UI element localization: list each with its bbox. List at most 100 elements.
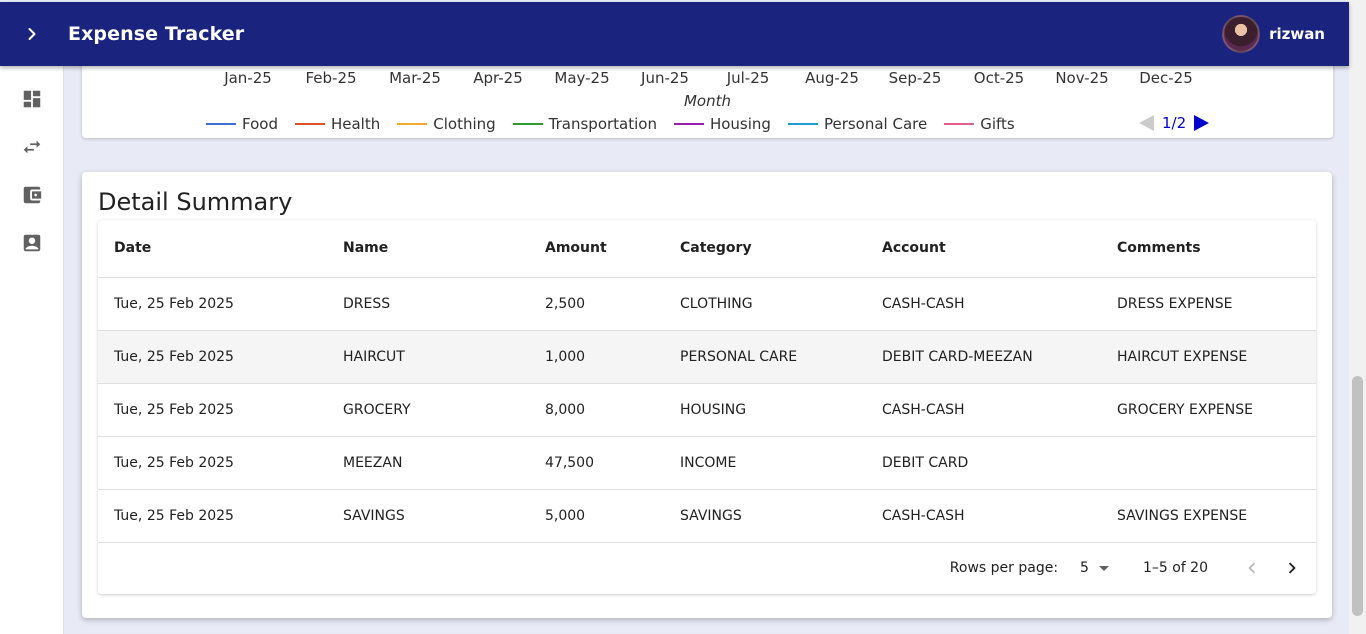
legend-swatch [787, 123, 818, 125]
pagination-range: 1–5 of 20 [1142, 560, 1208, 576]
username: rizwan [1269, 25, 1325, 43]
cell-date: Tue, 25 Feb 2025 [98, 277, 327, 331]
cell-date: Tue, 25 Feb 2025 [98, 436, 327, 490]
cell-account: CASH-CASH [866, 277, 1101, 331]
sidebar-item-accounts[interactable] [0, 171, 64, 219]
legend-swatch [673, 123, 704, 125]
cell-account: DEBIT CARD [866, 436, 1101, 490]
table-row[interactable]: Tue, 25 Feb 2025 HAIRCUT 1,000 PERSONAL … [98, 330, 1316, 384]
cell-category: HOUSING [664, 383, 866, 437]
legend-item-gifts[interactable]: Gifts [944, 115, 1015, 133]
legend-item-food[interactable]: Food [206, 115, 278, 133]
app-bar: Expense Tracker rizwan [0, 2, 1349, 66]
legend-item-clothing[interactable]: Clothing [397, 115, 496, 133]
cell-name: MEEZAN [327, 436, 529, 490]
legend-item-health[interactable]: Health [294, 115, 380, 133]
cell-comments: GROCERY EXPENSE [1101, 383, 1316, 437]
legend-page-indicator: 1/2 [1162, 114, 1187, 132]
table-pagination: Rows per page: 5 1–5 of 20 [98, 542, 1316, 594]
avatar[interactable] [1222, 15, 1261, 53]
cell-account: CASH-CASH [866, 489, 1101, 543]
chevron-right-icon [1288, 562, 1296, 574]
table-row[interactable]: Tue, 25 Feb 2025 SAVINGS 5,000 SAVINGS C… [98, 489, 1316, 543]
cell-date: Tue, 25 Feb 2025 [98, 383, 327, 437]
page-scrollbar[interactable] [1349, 0, 1366, 634]
x-tick: Mar-25 [389, 69, 441, 87]
cell-amount: 8,000 [529, 383, 664, 437]
table-row[interactable]: Tue, 25 Feb 2025 DRESS 2,500 CLOTHING CA… [98, 277, 1316, 331]
section-title: Detail Summary [98, 188, 293, 216]
cell-category: PERSONAL CARE [664, 330, 866, 384]
sidebar-item-dashboard[interactable] [0, 75, 64, 123]
column-header-account[interactable]: Account [866, 220, 1101, 278]
contact-icon [23, 234, 41, 252]
swap-horiz-icon [23, 140, 41, 154]
cell-comments: DRESS EXPENSE [1101, 277, 1316, 331]
expand-drawer-button[interactable] [0, 2, 64, 66]
cell-name: SAVINGS [327, 489, 529, 543]
cell-comments [1101, 436, 1316, 490]
cell-category: INCOME [664, 436, 866, 490]
legend-label: Transportation [548, 115, 657, 133]
detail-summary-card: Detail Summary Date Name Amount Category… [82, 172, 1332, 618]
legend-swatch [512, 123, 543, 125]
x-tick: Feb-25 [305, 69, 357, 87]
cell-amount: 1,000 [529, 330, 664, 384]
cell-amount: 47,500 [529, 436, 664, 490]
column-header-category[interactable]: Category [664, 220, 866, 278]
legend-item-housing[interactable]: Housing [673, 115, 771, 133]
x-axis-label: Month [683, 92, 731, 110]
cell-comments: SAVINGS EXPENSE [1101, 489, 1316, 543]
x-tick: May-25 [554, 69, 610, 87]
summary-table: Date Name Amount Category Account Commen… [98, 220, 1316, 543]
summary-table-container: Date Name Amount Category Account Commen… [98, 220, 1316, 594]
cell-category: CLOTHING [664, 277, 866, 331]
next-page-button[interactable] [1272, 548, 1312, 588]
scrollbar-thumb[interactable] [1352, 376, 1363, 616]
cell-category: SAVINGS [664, 489, 866, 543]
rows-per-page-value: 5 [1080, 560, 1089, 576]
caret-down-icon [1098, 565, 1109, 571]
x-tick: Sep-25 [888, 69, 942, 87]
cell-amount: 2,500 [529, 277, 664, 331]
previous-page-button[interactable] [1232, 548, 1272, 588]
x-tick: Jun-25 [641, 69, 689, 87]
x-axis-ticks: Jan-25 Feb-25 Mar-25 Apr-25 May-25 Jun-2… [82, 69, 1333, 89]
rows-per-page-select[interactable]: 5 [1080, 560, 1109, 576]
cell-comments: HAIRCUT EXPENSE [1101, 330, 1316, 384]
legend-item-transportation[interactable]: Transportation [512, 115, 657, 133]
table-header-row: Date Name Amount Category Account Commen… [98, 220, 1316, 278]
cell-date: Tue, 25 Feb 2025 [98, 330, 327, 384]
legend-swatch [206, 123, 236, 125]
legend-swatch [294, 123, 325, 125]
rows-per-page-label: Rows per page: [949, 560, 1059, 576]
chevron-right-icon [28, 28, 36, 40]
legend-label: Gifts [980, 115, 1015, 133]
column-header-name[interactable]: Name [327, 220, 529, 278]
x-tick: Dec-25 [1139, 69, 1193, 87]
x-tick: Jan-25 [224, 69, 272, 87]
legend-next-icon[interactable] [1194, 115, 1210, 131]
column-header-amount[interactable]: Amount [529, 220, 664, 278]
user-menu[interactable]: rizwan [1222, 15, 1325, 53]
wallet-icon [23, 186, 42, 204]
x-tick: Apr-25 [473, 69, 523, 87]
cell-amount: 5,000 [529, 489, 664, 543]
sidebar-item-transactions[interactable] [0, 123, 64, 171]
legend-item-personal-care[interactable]: Personal Care [787, 115, 927, 133]
table-row[interactable]: Tue, 25 Feb 2025 GROCERY 8,000 HOUSING C… [98, 383, 1316, 437]
x-tick: Oct-25 [973, 69, 1025, 87]
column-header-date[interactable]: Date [98, 220, 327, 278]
legend-prev-icon[interactable] [1139, 115, 1154, 131]
cell-name: GROCERY [327, 383, 529, 437]
app-title: Expense Tracker [68, 23, 245, 45]
table-row[interactable]: Tue, 25 Feb 2025 MEEZAN 47,500 INCOME DE… [98, 436, 1316, 490]
legend-swatch [944, 123, 975, 125]
dashboard-icon [23, 90, 41, 108]
cell-account: DEBIT CARD-MEEZAN [866, 330, 1101, 384]
legend-label: Housing [709, 115, 771, 133]
column-header-comments[interactable]: Comments [1101, 220, 1316, 278]
x-tick: Jul-25 [726, 69, 770, 87]
legend-label: Food [242, 115, 278, 133]
sidebar-item-profile[interactable] [0, 219, 64, 267]
